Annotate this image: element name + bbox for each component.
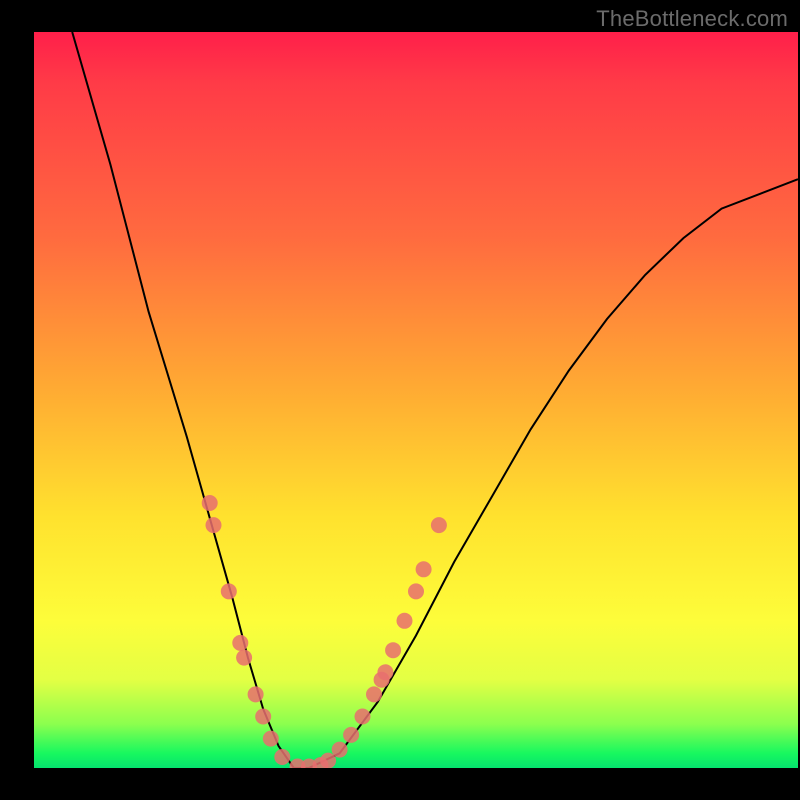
data-marker [431, 517, 447, 533]
data-marker [343, 727, 359, 743]
chart-root: TheBottleneck.com [0, 0, 800, 800]
data-marker [236, 650, 252, 666]
data-marker [263, 731, 279, 747]
data-marker [416, 561, 432, 577]
data-marker [377, 664, 393, 680]
data-marker [206, 517, 222, 533]
data-marker [221, 583, 237, 599]
data-marker [385, 642, 401, 658]
plot-area [34, 32, 798, 768]
data-marker [202, 495, 218, 511]
data-marker [274, 749, 290, 765]
data-marker [255, 709, 271, 725]
data-marker [248, 686, 264, 702]
data-marker [366, 686, 382, 702]
bottleneck-curve [72, 32, 798, 768]
data-marker [355, 709, 371, 725]
data-marker [332, 742, 348, 758]
marker-group [202, 495, 447, 768]
data-marker [232, 635, 248, 651]
curve-svg [34, 32, 798, 768]
data-marker [397, 613, 413, 629]
watermark-label: TheBottleneck.com [596, 6, 788, 32]
data-marker [408, 583, 424, 599]
